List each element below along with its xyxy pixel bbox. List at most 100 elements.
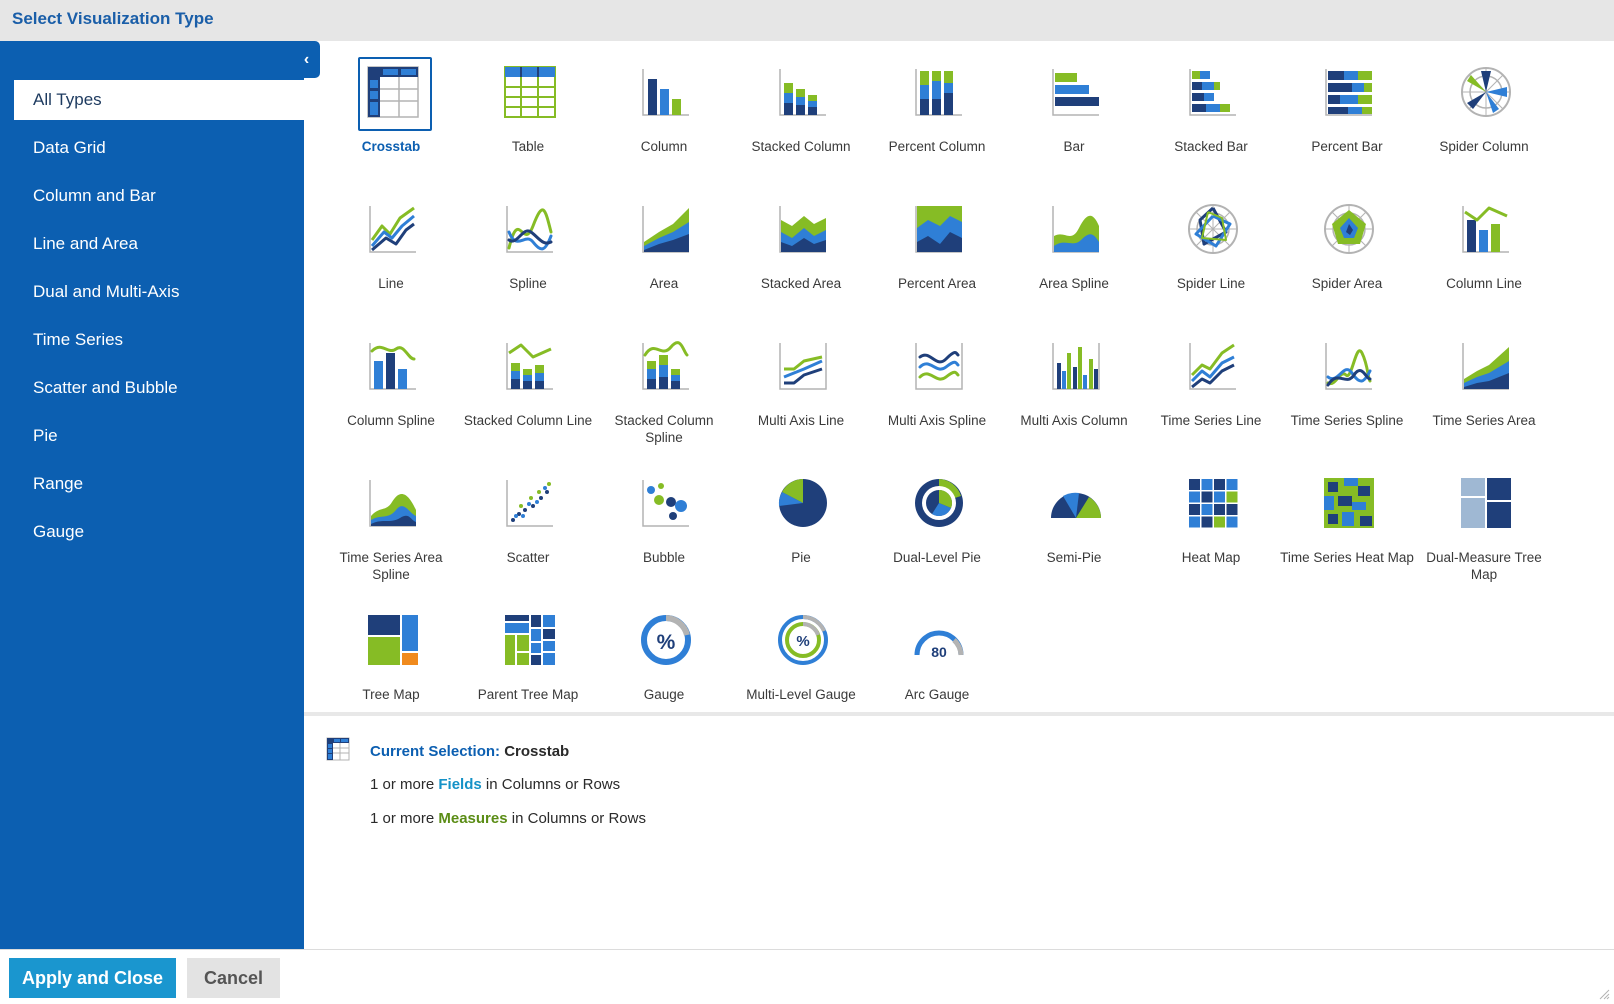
viz-option-label: Stacked Column Line <box>463 413 593 428</box>
sidebar-item-scatter-and-bubble[interactable]: Scatter and Bubble <box>14 368 304 416</box>
viz-option-scatter[interactable]: Scatter <box>458 452 598 588</box>
percent-column-icon <box>912 65 966 119</box>
spider-line-icon <box>1186 202 1240 256</box>
viz-option-label: Time Series Spline <box>1290 413 1404 428</box>
viz-option-multi-axis-spline[interactable]: Multi Axis Spline <box>867 315 1007 451</box>
viz-option-multi-axis-line[interactable]: Multi Axis Line <box>731 315 871 451</box>
viz-option-stacked-column-spline[interactable]: Stacked Column Spline <box>594 315 734 451</box>
viz-option-label: Multi Axis Spline <box>887 413 987 428</box>
viz-option-time-series-line[interactable]: Time Series Line <box>1141 315 1281 451</box>
sidebar-item-column-and-bar[interactable]: Column and Bar <box>14 176 304 224</box>
viz-option-dual-measure-tree-map[interactable]: Dual-Measure Tree Map <box>1414 452 1554 588</box>
viz-option-label: Heat Map <box>1181 550 1241 565</box>
requirement-measures: 1 or more Measures in Columns or Rows <box>370 810 646 827</box>
sidebar-item-data-grid[interactable]: Data Grid <box>14 128 304 176</box>
viz-option-multi-axis-column[interactable]: Multi Axis Column <box>1004 315 1144 451</box>
viz-option-label: Dual-Measure Tree Map <box>1426 550 1542 582</box>
viz-option-label: Stacked Column <box>751 139 851 154</box>
viz-option-label: Pie <box>791 550 811 565</box>
sidebar-item-range[interactable]: Range <box>14 464 304 512</box>
resize-grip-icon[interactable] <box>1598 988 1610 1000</box>
viz-option-time-series-heat-map[interactable]: Time Series Heat Map <box>1277 452 1417 588</box>
arc-gauge-icon: 80 <box>912 613 966 667</box>
viz-option-label: Time Series Heat Map <box>1280 550 1414 565</box>
semi-pie-icon <box>1049 476 1103 530</box>
viz-option-gauge[interactable]: % Gauge <box>594 589 734 725</box>
viz-option-label: Time Series Line <box>1160 413 1262 428</box>
visualization-type-dialog: Select Visualization Type ‹ All Types Dat… <box>0 0 1614 1004</box>
category-list: All Types Data Grid Column and Bar Line and… <box>14 80 304 560</box>
viz-option-stacked-area[interactable]: Stacked Area <box>731 178 871 314</box>
viz-option-area[interactable]: Area <box>594 178 734 314</box>
viz-option-percent-bar[interactable]: Percent Bar <box>1277 41 1417 177</box>
viz-option-label: Gauge <box>643 687 685 702</box>
viz-option-label: Table <box>511 139 545 154</box>
viz-option-time-series-area-spline[interactable]: Time Series Area Spline <box>321 452 461 588</box>
percent-bar-icon <box>1322 65 1376 119</box>
sidebar-item-line-and-area[interactable]: Line and Area <box>14 224 304 272</box>
viz-option-spider-area[interactable]: Spider Area <box>1277 178 1417 314</box>
multi-axis-line-icon <box>776 339 830 393</box>
gauge-value: % <box>796 633 809 650</box>
viz-option-line[interactable]: Line <box>321 178 461 314</box>
viz-option-label: Column Spline <box>347 413 435 428</box>
viz-option-label: Percent Column <box>888 139 986 154</box>
sidebar-item-pie[interactable]: Pie <box>14 416 304 464</box>
viz-option-label: Scatter <box>506 550 550 565</box>
sidebar-item-gauge[interactable]: Gauge <box>14 512 304 560</box>
viz-option-multi-level-gauge[interactable]: % Multi-Level Gauge <box>731 589 871 725</box>
column-line-icon <box>1459 202 1513 256</box>
area-spline-icon <box>1049 202 1103 256</box>
viz-option-label: Tree Map <box>362 687 420 702</box>
time-series-area-spline-icon <box>366 476 420 530</box>
measures-link[interactable]: Measures <box>438 810 507 827</box>
viz-option-column-line[interactable]: Column Line <box>1414 178 1554 314</box>
viz-option-parent-tree-map[interactable]: Parent Tree Map <box>458 589 598 725</box>
parent-tree-map-icon <box>503 613 557 667</box>
cancel-button[interactable]: Cancel <box>187 958 280 998</box>
spider-area-icon <box>1322 202 1376 256</box>
viz-option-spline[interactable]: Spline <box>458 178 598 314</box>
current-selection: Current Selection: Crosstab <box>370 743 569 760</box>
viz-option-dual-level-pie[interactable]: Dual-Level Pie <box>867 452 1007 588</box>
viz-option-stacked-column[interactable]: Stacked Column <box>731 41 871 177</box>
dual-level-pie-icon <box>912 476 966 530</box>
sidebar-item-time-series[interactable]: Time Series <box>14 320 304 368</box>
viz-option-column[interactable]: Column <box>594 41 734 177</box>
viz-option-percent-column[interactable]: Percent Column <box>867 41 1007 177</box>
fields-link[interactable]: Fields <box>438 776 481 793</box>
sidebar-item-dual-and-multi-axis[interactable]: Dual and Multi-Axis <box>14 272 304 320</box>
viz-option-bar[interactable]: Bar <box>1004 41 1144 177</box>
viz-option-time-series-area[interactable]: Time Series Area <box>1414 315 1554 451</box>
viz-option-time-series-spline[interactable]: Time Series Spline <box>1277 315 1417 451</box>
current-selection-value: Crosstab <box>504 743 570 760</box>
viz-option-label: Column Line <box>1446 276 1522 291</box>
gauge-value: % <box>657 631 676 654</box>
time-series-line-icon <box>1186 339 1240 393</box>
viz-option-column-spline[interactable]: Column Spline <box>321 315 461 451</box>
heat-map-icon <box>1186 476 1240 530</box>
viz-option-spider-line[interactable]: Spider Line <box>1141 178 1281 314</box>
viz-option-heat-map[interactable]: Heat Map <box>1141 452 1281 588</box>
viz-option-crosstab[interactable]: Crosstab <box>321 41 461 177</box>
viz-option-stacked-column-line[interactable]: Stacked Column Line <box>458 315 598 451</box>
viz-option-semi-pie[interactable]: Semi-Pie <box>1004 452 1144 588</box>
viz-option-area-spline[interactable]: Area Spline <box>1004 178 1144 314</box>
scatter-chart-icon <box>503 476 557 530</box>
viz-option-label: Dual-Level Pie <box>893 550 981 565</box>
viz-option-table[interactable]: Table <box>458 41 598 177</box>
apply-and-close-button[interactable]: Apply and Close <box>9 958 176 998</box>
dual-measure-tree-map-icon <box>1459 476 1513 530</box>
viz-option-tree-map[interactable]: Tree Map <box>321 589 461 725</box>
viz-option-stacked-bar[interactable]: Stacked Bar <box>1141 41 1281 177</box>
pie-chart-icon <box>776 476 830 530</box>
viz-option-percent-area[interactable]: Percent Area <box>867 178 1007 314</box>
tree-map-icon <box>366 613 420 667</box>
viz-option-bubble[interactable]: Bubble <box>594 452 734 588</box>
viz-option-pie[interactable]: Pie <box>731 452 871 588</box>
viz-option-label: Percent Area <box>897 276 977 291</box>
sidebar-item-all-types[interactable]: All Types <box>14 80 304 120</box>
title-bar: Select Visualization Type <box>0 0 1614 41</box>
viz-option-spider-column[interactable]: Spider Column <box>1414 41 1554 177</box>
viz-option-arc-gauge[interactable]: 80 Arc Gauge <box>867 589 1007 725</box>
